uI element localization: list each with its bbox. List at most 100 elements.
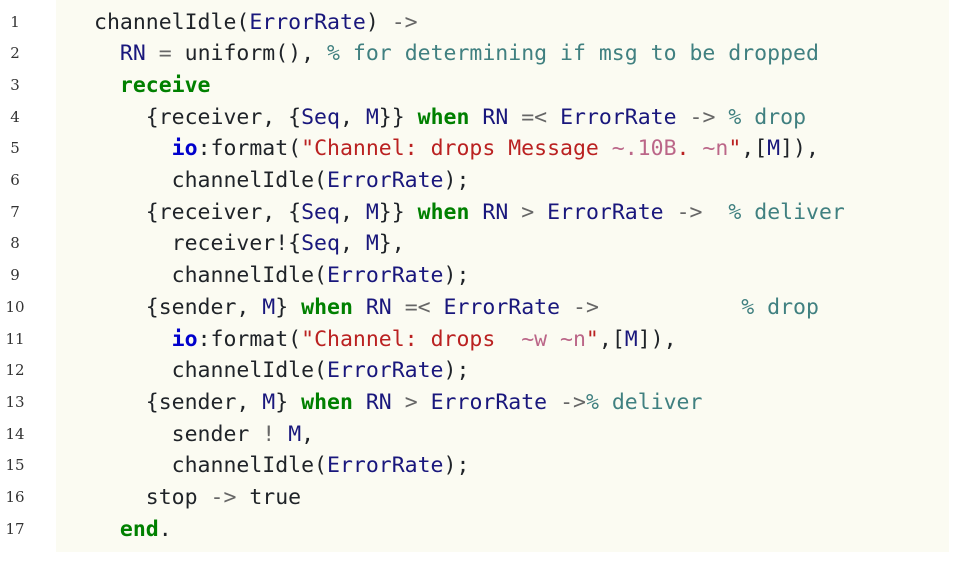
code-token: =< (404, 294, 431, 320)
code-token: M (262, 389, 276, 415)
code-token: {sender, (94, 389, 263, 415)
code-token: ErrorRate (249, 9, 366, 35)
code-token: channelIdle( (94, 358, 327, 384)
code-token: channelIdle( (94, 168, 327, 193)
code-line: channelIdle(ErrorRate); (94, 165, 470, 197)
code-line: receive (94, 70, 211, 102)
line-number: 13 (5, 392, 25, 411)
code-block: channelIdle(ErrorRate) -> RN = uniform()… (56, 0, 949, 552)
code-line: end. (94, 514, 172, 546)
line-number: 1 (10, 12, 20, 31)
code-line: {receiver, {Seq, M}} when RN =< ErrorRat… (94, 102, 806, 134)
code-token: M (262, 294, 276, 320)
code-token: " (728, 136, 742, 162)
code-token: {sender, (94, 294, 263, 320)
code-token: -> (210, 485, 237, 510)
line-number: 7 (10, 202, 20, 221)
code-token: , (301, 421, 315, 447)
code-token: M (288, 421, 302, 447)
code-token: RN (482, 199, 509, 225)
code-token: RN (119, 41, 146, 67)
code-token: -> (560, 389, 586, 415)
line-number: 11 (5, 329, 25, 348)
code-token: channelIdle( (94, 453, 327, 479)
code-token: io (171, 326, 198, 352)
code-token: M (767, 136, 781, 162)
code-token: stop (94, 485, 211, 510)
code-token: ErrorRate (327, 453, 444, 479)
code-token: ErrorRate (547, 199, 664, 225)
code-token: uniform(), (171, 41, 328, 67)
code-token: % drop (741, 294, 819, 320)
code-token: M (365, 104, 379, 130)
code-token: ); (443, 358, 470, 384)
line-number: 9 (10, 266, 20, 285)
code-line: stop -> true (94, 482, 301, 514)
code-token: channelIdle( (94, 9, 250, 35)
code-token: ); (443, 168, 470, 193)
code-token: receive (119, 72, 211, 98)
code-token: Seq (301, 104, 340, 130)
code-token: ErrorRate (560, 104, 677, 130)
code-token: when (417, 104, 470, 130)
code-token: } (275, 389, 302, 415)
code-token: =< (521, 104, 548, 130)
code-token: end (119, 516, 159, 542)
code-line: {sender, M} when RN =< ErrorRate -> % dr… (94, 292, 819, 324)
code-token: Seq (301, 231, 340, 257)
code-token: ) (365, 9, 392, 35)
code-token: ~n (702, 136, 729, 162)
line-number: 2 (10, 44, 20, 63)
line-number: 15 (5, 456, 25, 475)
code-token: . (158, 516, 172, 542)
line-number: 4 (10, 107, 20, 126)
line-number: 14 (5, 424, 25, 443)
code-line: io:format("Channel: drops ~w ~n",[M]), (94, 324, 677, 356)
code-line: io:format("Channel: drops Message ~.10B.… (94, 133, 819, 165)
code-token: ]), (637, 326, 677, 352)
code-token: % for determining if msg to be dropped (327, 41, 819, 67)
code-token: sender (94, 421, 263, 447)
code-line: channelIdle(ErrorRate); (94, 260, 470, 292)
code-token: > (404, 389, 418, 415)
code-token: ]), (780, 136, 819, 162)
line-number: 17 (5, 519, 25, 538)
code-token: "Channel: drops (301, 326, 522, 352)
code-token: }, (378, 231, 405, 257)
code-token: ~n (560, 326, 586, 352)
code-token: ErrorRate (327, 358, 444, 384)
code-token: io (171, 136, 198, 162)
code-token: ~w (521, 326, 548, 352)
code-token: } (275, 294, 302, 320)
code-token: when (301, 294, 353, 320)
code-token: ,[ (741, 136, 768, 162)
code-token: . (676, 136, 703, 162)
code-token: ErrorRate (327, 168, 444, 193)
code-token: ErrorRate (443, 294, 561, 320)
line-number: 3 (10, 75, 20, 94)
code-token: RN (482, 104, 509, 130)
code-token: RN (365, 389, 392, 415)
code-token: , (339, 199, 366, 225)
code-token: ,[ (598, 326, 625, 352)
